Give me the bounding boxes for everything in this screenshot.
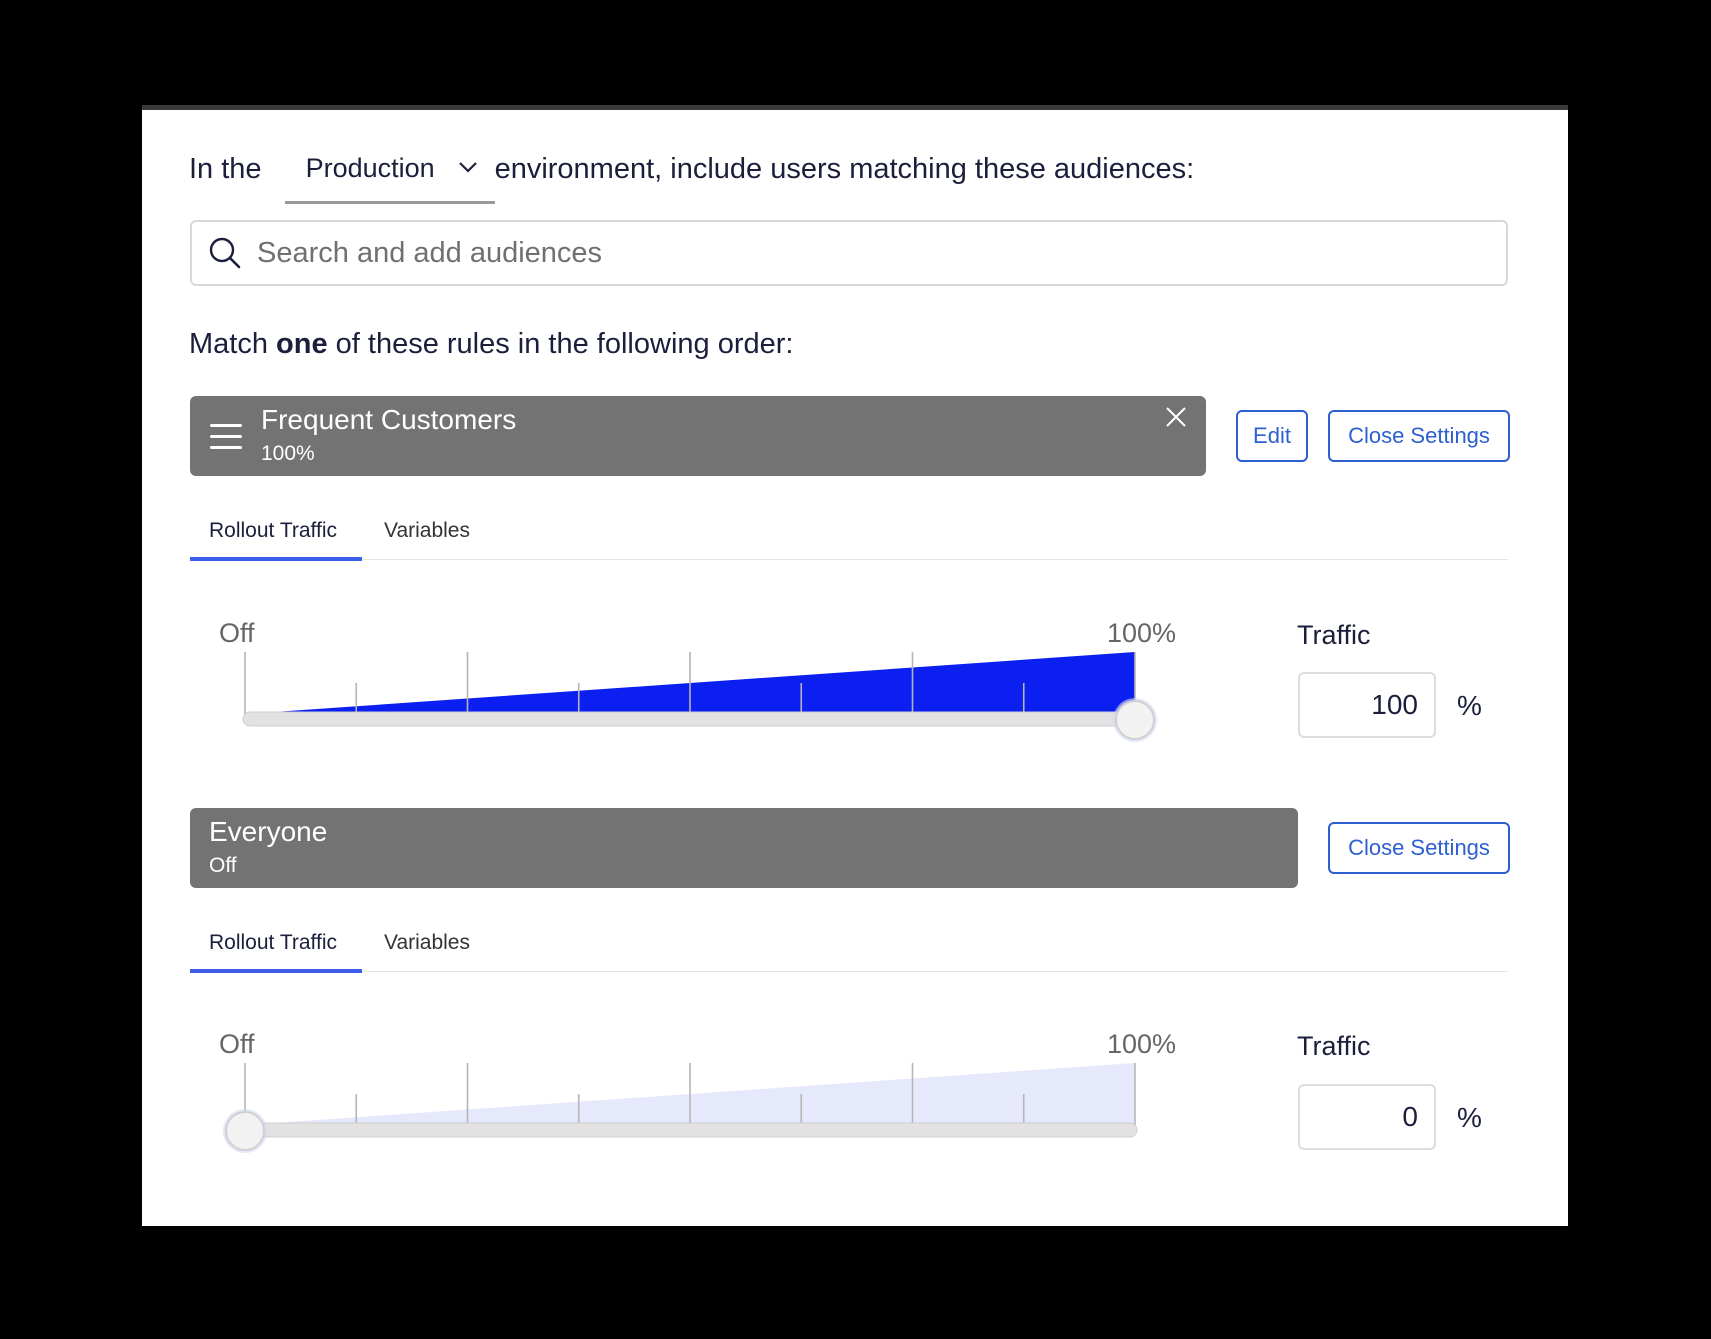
edit-button[interactable]: Edit xyxy=(1236,410,1308,462)
rule-status: Off xyxy=(209,854,237,877)
traffic-percent-input[interactable] xyxy=(1298,672,1436,738)
match-rule-sentence: Match one of these rules in the followin… xyxy=(189,328,793,361)
active-tab-underline xyxy=(190,969,362,973)
slider-track xyxy=(242,711,1138,727)
tab-label: Rollout Traffic xyxy=(209,931,337,954)
slider-graphic xyxy=(242,652,1157,742)
audience-search xyxy=(190,220,1508,286)
targeting-panel: In the Production environment, include u… xyxy=(142,105,1568,1226)
drag-handle-icon[interactable] xyxy=(210,424,242,450)
traffic-slider[interactable]: Off 100% xyxy=(190,1029,1208,1189)
traffic-slider[interactable]: Off 100% xyxy=(190,618,1208,778)
tab-label: Variables xyxy=(384,519,470,542)
tab-label: Rollout Traffic xyxy=(209,519,337,542)
tab-rollout-traffic[interactable]: Rollout Traffic xyxy=(190,519,362,561)
rule-tabs: Rollout Traffic Variables xyxy=(190,519,1508,561)
environment-sentence: In the Production environment, include u… xyxy=(189,134,1194,204)
percent-unit: % xyxy=(1457,1102,1482,1133)
traffic-label: Traffic xyxy=(1297,1031,1371,1061)
environment-dropdown[interactable]: Production xyxy=(284,150,495,204)
close-settings-button[interactable]: Close Settings xyxy=(1328,822,1510,874)
active-tab-underline xyxy=(190,557,362,561)
tab-variables[interactable]: Variables xyxy=(384,931,470,971)
audience-search-input[interactable] xyxy=(255,235,1459,271)
rule-name: Everyone xyxy=(209,816,328,847)
percent-unit: % xyxy=(1457,690,1482,721)
slider-track xyxy=(242,1122,1138,1138)
rule-bar-everyone[interactable]: Everyone Off xyxy=(190,808,1298,888)
tab-variables[interactable]: Variables xyxy=(384,519,470,559)
match-pre: Match xyxy=(189,328,277,360)
rule-bar-frequent-customers[interactable]: Frequent Customers 100% xyxy=(190,396,1206,476)
search-icon xyxy=(209,237,241,269)
rule-name: Frequent Customers xyxy=(261,404,517,435)
environment-suffix: environment, include users matching thes… xyxy=(494,152,1195,185)
rule-status: 100% xyxy=(261,442,315,465)
rule-tabs: Rollout Traffic Variables xyxy=(190,931,1508,973)
slider-graphic xyxy=(223,1063,1138,1153)
close-icon[interactable] xyxy=(1164,405,1188,429)
slider-thumb[interactable] xyxy=(225,1111,265,1151)
traffic-label: Traffic xyxy=(1297,620,1371,650)
match-bold: one xyxy=(276,328,328,360)
tab-label: Variables xyxy=(384,931,470,954)
tab-rollout-traffic[interactable]: Rollout Traffic xyxy=(190,931,362,973)
environment-selected-value: Production xyxy=(305,153,435,183)
environment-prefix: In the xyxy=(189,152,262,185)
match-post: of these rules in the following order: xyxy=(327,328,794,360)
slider-thumb[interactable] xyxy=(1115,700,1155,740)
traffic-percent-input[interactable] xyxy=(1298,1084,1436,1150)
close-settings-button[interactable]: Close Settings xyxy=(1328,410,1510,462)
chevron-down-icon xyxy=(458,162,477,173)
